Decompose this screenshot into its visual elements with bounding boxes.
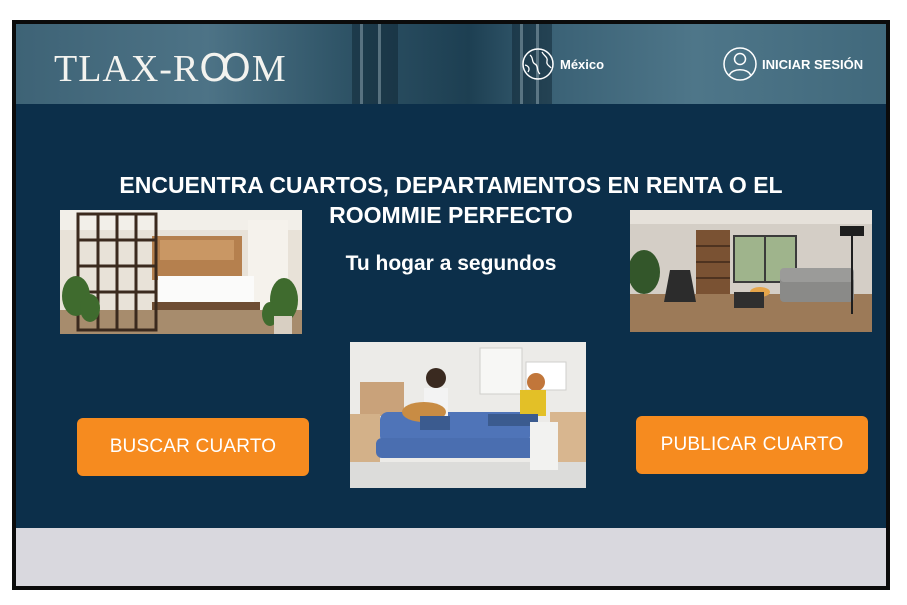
roommates-photo [350, 342, 586, 488]
search-room-button[interactable]: BUSCAR CUARTO [77, 418, 309, 476]
header-window-pane [352, 24, 398, 104]
living-room-photo [630, 210, 872, 332]
app-screen: TLAX-RꝎM México INICIAR SESIÓN ENCUENTRA… [16, 24, 886, 586]
login-label: INICIAR SESIÓN [762, 56, 864, 72]
header-window-mullion [360, 24, 363, 104]
footer-bar [16, 528, 886, 586]
header-window-mullion [378, 24, 381, 104]
user-circle-icon [723, 47, 757, 81]
login-button[interactable]: INICIAR SESIÓN [722, 46, 863, 82]
bedroom-photo [60, 210, 302, 334]
brand-logo[interactable]: TLAX-RꝎM [54, 46, 287, 91]
region-selector[interactable]: México [518, 44, 604, 84]
publish-room-button[interactable]: PUBLICAR CUARTO [636, 416, 868, 474]
region-label: México [560, 56, 605, 72]
header-banner: TLAX-RꝎM México INICIAR SESIÓN [16, 24, 886, 104]
hero-tagline: Tu hogar a segundos [345, 252, 557, 275]
globe-icon [522, 48, 554, 80]
